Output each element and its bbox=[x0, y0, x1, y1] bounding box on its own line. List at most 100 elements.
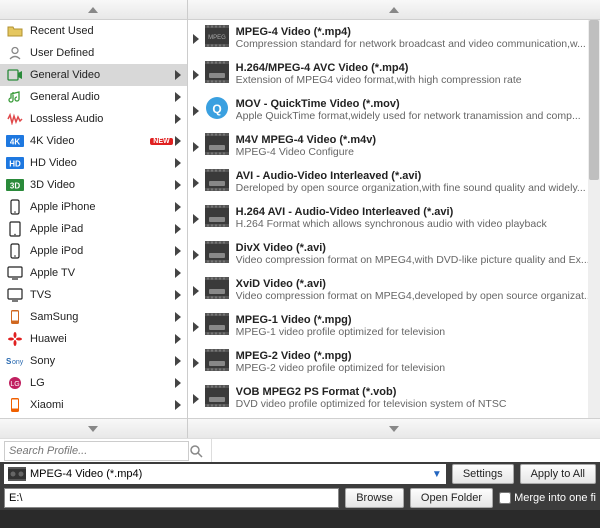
category-item[interactable]: Huawei bbox=[0, 328, 187, 350]
category-label: Apple TV bbox=[30, 267, 173, 279]
svg-text:MPEG: MPEG bbox=[208, 35, 226, 41]
film-icon bbox=[204, 276, 230, 300]
left-collapse-down[interactable] bbox=[0, 418, 187, 438]
output-path-input[interactable] bbox=[4, 488, 339, 508]
chevron-right-icon bbox=[190, 203, 202, 233]
film-icon bbox=[204, 168, 230, 192]
chevron-right-icon bbox=[173, 158, 183, 168]
search-input[interactable] bbox=[4, 441, 189, 461]
apply-all-button[interactable]: Apply to All bbox=[520, 464, 596, 484]
format-title: VOB MPEG2 PS Format (*.vob) bbox=[236, 386, 596, 398]
category-item[interactable]: Recent Used bbox=[0, 20, 187, 42]
format-list: MPEGMPEG-4 Video (*.mp4)Compression stan… bbox=[188, 20, 600, 418]
category-label: Recent Used bbox=[30, 25, 173, 37]
category-item[interactable]: General Audio bbox=[0, 86, 187, 108]
film-icon bbox=[204, 240, 230, 264]
category-item[interactable]: User Defined bbox=[0, 42, 187, 64]
open-folder-button[interactable]: Open Folder bbox=[410, 488, 493, 508]
merge-checkbox-input[interactable] bbox=[499, 492, 511, 504]
svg-text:3D: 3D bbox=[10, 182, 20, 191]
format-description: Extension of MPEG4 video format,with hig… bbox=[236, 74, 596, 86]
chevron-right-icon bbox=[173, 400, 183, 410]
category-item[interactable]: TVS bbox=[0, 284, 187, 306]
chevron-right-icon bbox=[190, 59, 202, 89]
chevron-right-icon bbox=[190, 383, 202, 413]
4k-icon: 4K bbox=[6, 133, 24, 149]
format-item[interactable]: MPEG-1 Video (*.mpg)MPEG-1 video profile… bbox=[188, 308, 600, 344]
format-title: DivX Video (*.avi) bbox=[236, 242, 596, 254]
folder-icon bbox=[6, 23, 24, 39]
category-item[interactable]: Apple TV bbox=[0, 262, 187, 284]
right-collapse-up[interactable] bbox=[188, 0, 600, 20]
category-item[interactable]: Xiaomi bbox=[0, 394, 187, 416]
chevron-down-icon bbox=[389, 426, 399, 432]
profile-row: MPEG-4 Video (*.mp4) ▼ Settings Apply to… bbox=[0, 462, 600, 486]
right-collapse-down[interactable] bbox=[188, 418, 600, 438]
format-item[interactable]: MPEG-2 Video (*.mpg)MPEG-2 video profile… bbox=[188, 344, 600, 380]
svg-text:4K: 4K bbox=[10, 138, 20, 147]
category-item[interactable]: General Video bbox=[0, 64, 187, 86]
film-icon: Q bbox=[204, 96, 230, 120]
3d-icon: 3D bbox=[6, 177, 24, 193]
category-item[interactable]: Apple iPod bbox=[0, 240, 187, 262]
browse-button[interactable]: Browse bbox=[345, 488, 404, 508]
format-item[interactable]: AVI - Audio-Video Interleaved (*.avi)Der… bbox=[188, 164, 600, 200]
format-title: M4V MPEG-4 Video (*.m4v) bbox=[236, 134, 596, 146]
category-item[interactable]: SamSung bbox=[0, 306, 187, 328]
category-item[interactable]: 3D3D Video bbox=[0, 174, 187, 196]
profile-label: MPEG-4 Video (*.mp4) bbox=[30, 468, 142, 480]
chevron-right-icon bbox=[173, 268, 183, 278]
format-item[interactable]: QMOV - QuickTime Video (*.mov)Apple Quic… bbox=[188, 92, 600, 128]
category-label: General Audio bbox=[30, 91, 173, 103]
format-title: MPEG-1 Video (*.mpg) bbox=[236, 314, 596, 326]
format-item[interactable]: M4V MPEG-4 Video (*.m4v)MPEG-4 Video Con… bbox=[188, 128, 600, 164]
ipod-icon bbox=[6, 243, 24, 259]
format-panel: MPEGMPEG-4 Video (*.mp4)Compression stan… bbox=[188, 0, 600, 438]
chevron-down-icon bbox=[88, 426, 98, 432]
chevron-right-icon bbox=[173, 114, 183, 124]
search-icon[interactable] bbox=[189, 444, 207, 458]
format-item[interactable]: DivX Video (*.avi)Video compression form… bbox=[188, 236, 600, 272]
chevron-right-icon bbox=[190, 23, 202, 53]
scrollbar-thumb[interactable] bbox=[589, 20, 599, 180]
format-title: H.264/MPEG-4 AVC Video (*.mp4) bbox=[236, 62, 596, 74]
format-title: H.264 AVI - Audio-Video Interleaved (*.a… bbox=[236, 206, 596, 218]
chevron-right-icon bbox=[173, 202, 183, 212]
format-description: H.264 Format which allows synchronous au… bbox=[236, 218, 596, 230]
hd-icon: HD bbox=[6, 155, 24, 171]
merge-checkbox[interactable]: Merge into one fi bbox=[499, 492, 596, 504]
chevron-right-icon bbox=[190, 311, 202, 341]
category-item[interactable]: HD HD Video bbox=[0, 152, 187, 174]
format-item[interactable]: MPEGMPEG-4 Video (*.mp4)Compression stan… bbox=[188, 20, 600, 56]
svg-text:Q: Q bbox=[212, 102, 221, 116]
format-item[interactable]: XviD Video (*.avi)Video compression form… bbox=[188, 272, 600, 308]
format-item[interactable]: H.264/MPEG-4 AVC Video (*.mp4)Extension … bbox=[188, 56, 600, 92]
film-icon bbox=[204, 312, 230, 336]
format-item[interactable]: VOB MPEG2 PS Format (*.vob)DVD video pro… bbox=[188, 380, 600, 416]
video-icon bbox=[6, 67, 24, 83]
category-item[interactable]: LGLG bbox=[0, 372, 187, 394]
category-item[interactable]: Lossless Audio bbox=[0, 108, 187, 130]
category-item[interactable]: Apple iPhone bbox=[0, 196, 187, 218]
category-item[interactable]: Apple iPad bbox=[0, 218, 187, 240]
appletv-icon bbox=[6, 265, 24, 281]
category-label: Lossless Audio bbox=[30, 113, 173, 125]
format-title: MPEG-2 Video (*.mpg) bbox=[236, 350, 596, 362]
tvs-icon bbox=[6, 287, 24, 303]
chevron-right-icon bbox=[173, 92, 183, 102]
category-list: Recent Used User DefinedGeneral Video Gene… bbox=[0, 20, 187, 418]
format-description: MPEG-1 video profile optimized for telev… bbox=[236, 326, 596, 338]
category-label: Apple iPhone bbox=[30, 201, 173, 213]
left-collapse-up[interactable] bbox=[0, 0, 187, 20]
format-item[interactable]: H.264 AVI - Audio-Video Interleaved (*.a… bbox=[188, 200, 600, 236]
chevron-right-icon bbox=[190, 239, 202, 269]
category-item[interactable]: SonySony bbox=[0, 350, 187, 372]
format-title: MOV - QuickTime Video (*.mov) bbox=[236, 98, 596, 110]
film-icon bbox=[8, 467, 26, 481]
profile-select[interactable]: MPEG-4 Video (*.mp4) ▼ bbox=[4, 464, 446, 484]
format-description: DVD video profile optimized for televisi… bbox=[236, 398, 596, 410]
category-item[interactable]: 4K4K VideoNEW bbox=[0, 130, 187, 152]
category-label: HD Video bbox=[30, 157, 173, 169]
settings-button[interactable]: Settings bbox=[452, 464, 514, 484]
scrollbar-vertical[interactable] bbox=[588, 20, 600, 418]
